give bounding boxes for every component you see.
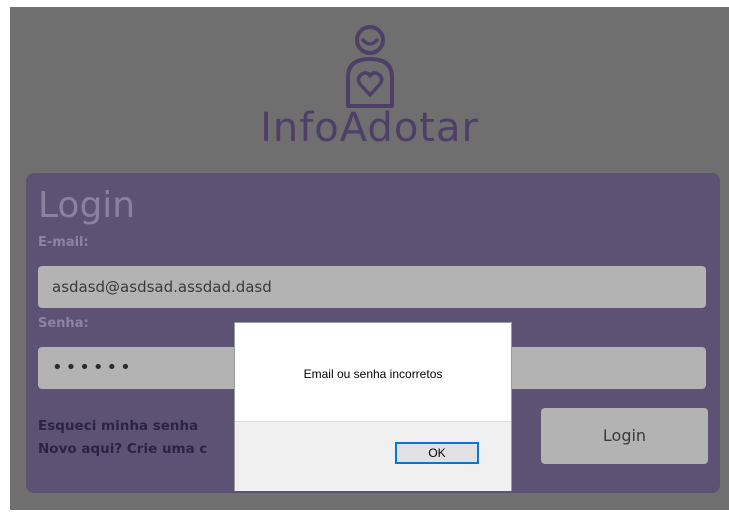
person-heart-icon (346, 25, 394, 108)
email-value: asdasd@asdsad.assdad.dasd (52, 278, 272, 296)
login-title: Login (38, 185, 136, 226)
signup-link[interactable]: Novo aqui? Crie uma c (38, 441, 207, 457)
app-logo: InfoAdotar (10, 15, 729, 165)
ok-button[interactable]: OK (395, 442, 479, 464)
dialog-message: Email ou senha incorretos (303, 367, 443, 381)
alert-dialog: Email ou senha incorretos OK (235, 323, 511, 491)
email-field[interactable]: asdasd@asdsad.assdad.dasd (38, 266, 706, 308)
password-label: Senha: (38, 316, 89, 331)
password-value: •••••• (52, 357, 134, 378)
login-button[interactable]: Login (541, 408, 708, 464)
email-label: E-mail: (38, 235, 89, 250)
forgot-password-link[interactable]: Esqueci minha senha (38, 418, 198, 434)
app-logo-text: InfoAdotar (260, 105, 479, 151)
dialog-footer: OK (235, 421, 511, 491)
